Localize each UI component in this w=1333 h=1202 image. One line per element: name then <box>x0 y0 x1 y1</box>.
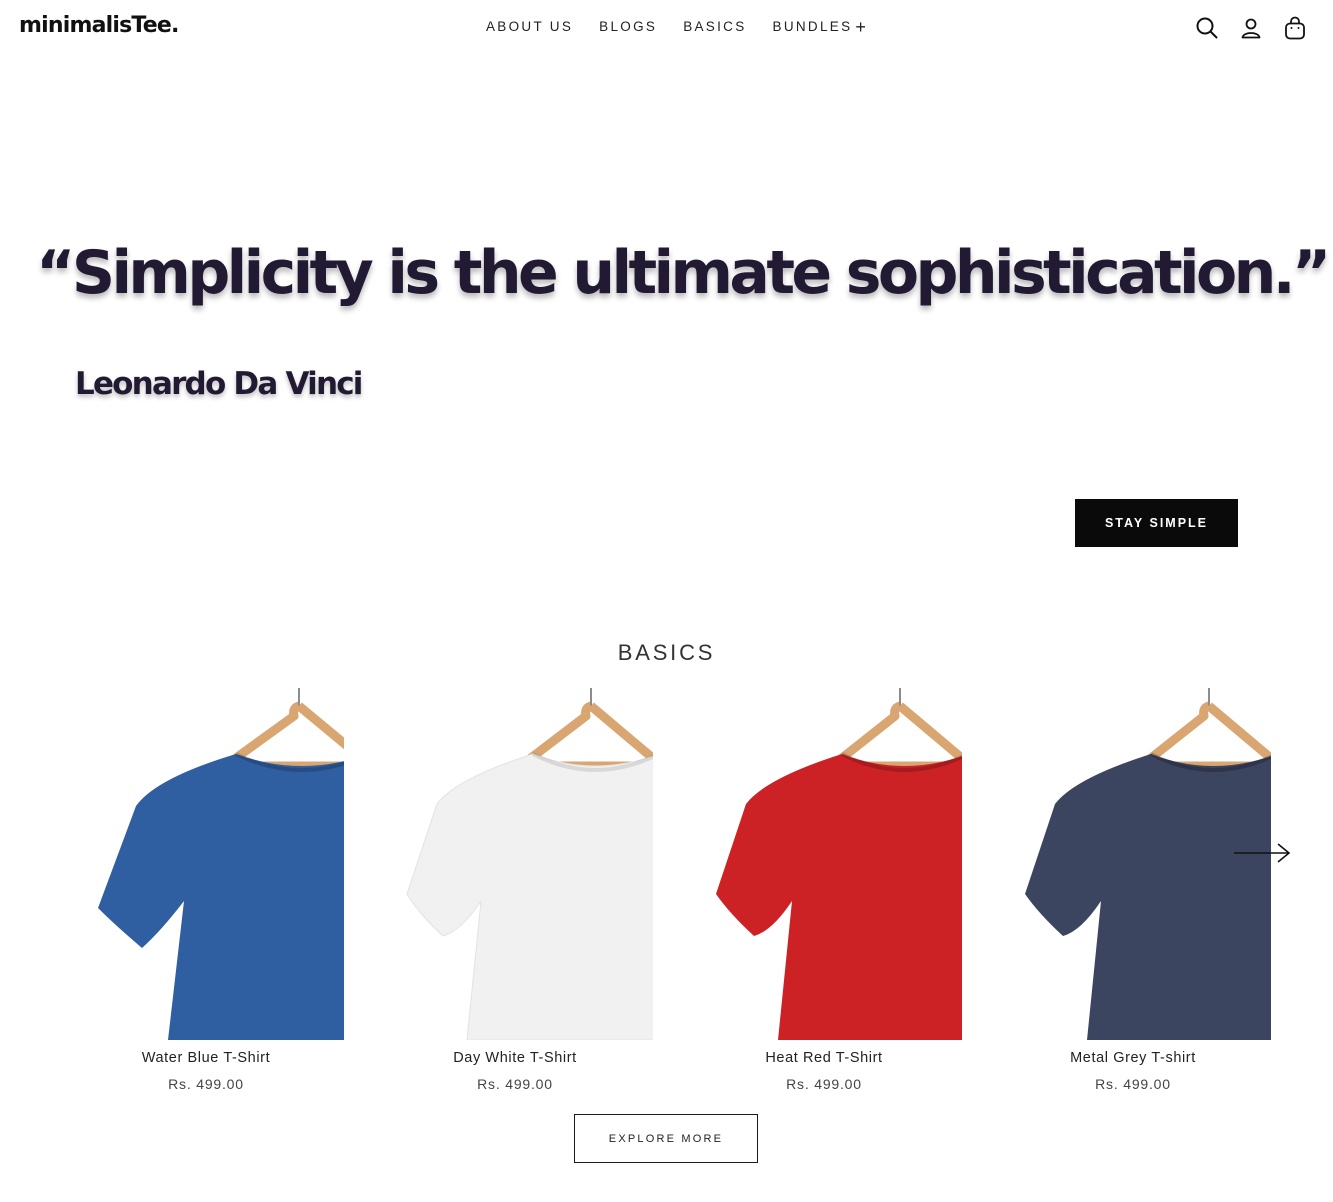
product-card[interactable]: Day White T-Shirt Rs. 499.00 <box>405 686 665 1096</box>
nav-bundles[interactable]: BUNDLES + <box>772 16 866 37</box>
product-image <box>716 688 962 1040</box>
plus-icon: + <box>855 16 866 37</box>
nav-basics-label: BASICS <box>683 19 747 34</box>
product-price: Rs. 499.00 <box>168 1076 244 1092</box>
product-image <box>406 688 653 1040</box>
arrow-right-icon[interactable] <box>1232 840 1292 866</box>
nav-blogs[interactable]: BLOGS <box>599 19 657 34</box>
account-icon[interactable] <box>1239 15 1263 41</box>
nav-bundles-label: BUNDLES <box>772 19 853 34</box>
product-name[interactable]: Water Blue T-Shirt <box>96 1050 316 1066</box>
section-title-basics: BASICS <box>617 640 716 665</box>
product-carousel: Water Blue T-Shirt Rs. 499.00 Day White … <box>0 686 1333 1106</box>
nav-blogs-label: BLOGS <box>599 19 658 34</box>
nav-basics[interactable]: BASICS <box>683 19 746 34</box>
product-card[interactable]: Metal Grey T-shirt Rs. 499.00 <box>1023 686 1283 1096</box>
hero-author: Leonardo Da Vinci <box>75 366 363 402</box>
hero-quote: “Simplicity is the ultimate sophisticati… <box>36 238 1331 308</box>
header-actions <box>1195 15 1307 41</box>
cart-icon[interactable] <box>1283 15 1307 41</box>
search-icon[interactable] <box>1195 15 1219 41</box>
explore-more-button[interactable]: EXPLORE MORE <box>574 1114 758 1163</box>
product-name[interactable]: Heat Red T-Shirt <box>714 1050 934 1066</box>
product-price: Rs. 499.00 <box>477 1076 553 1092</box>
product-name[interactable]: Metal Grey T-shirt <box>1023 1050 1243 1066</box>
main-nav: ABOUT US BLOGS BASICS BUNDLES + <box>486 16 892 37</box>
product-price: Rs. 499.00 <box>786 1076 862 1092</box>
site-logo[interactable]: minimalisTee. <box>19 13 179 38</box>
product-card[interactable]: Water Blue T-Shirt Rs. 499.00 <box>96 686 356 1096</box>
stay-simple-button[interactable]: STAY SIMPLE <box>1075 499 1238 547</box>
product-name[interactable]: Day White T-Shirt <box>405 1050 625 1066</box>
product-card[interactable]: Heat Red T-Shirt Rs. 499.00 <box>714 686 974 1096</box>
nav-about-us[interactable]: ABOUT US <box>486 19 573 34</box>
site-header: minimalisTee. ABOUT US BLOGS BASICS BUND… <box>0 0 1333 58</box>
product-price: Rs. 499.00 <box>1095 1076 1171 1092</box>
product-image <box>98 688 344 1040</box>
nav-about-us-label: ABOUT US <box>486 19 574 34</box>
